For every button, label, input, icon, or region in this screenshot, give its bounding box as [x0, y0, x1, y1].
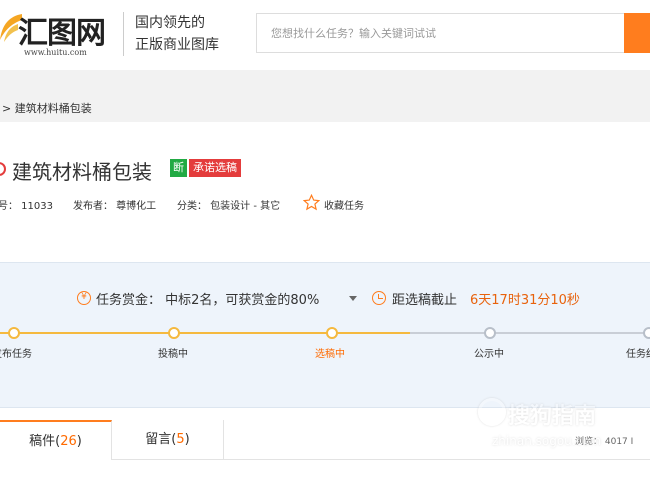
task-status-icon: [0, 162, 6, 176]
site-logo[interactable]: 汇图网 www.huitu.com: [0, 6, 116, 62]
search-box: [256, 13, 624, 53]
tab-drafts-close: ): [76, 434, 82, 449]
task-category: 分类： 包装设计 - 其它: [177, 201, 281, 212]
step-label-end: 任务结束: [626, 349, 650, 360]
tab-comments-count: 5: [176, 432, 185, 447]
search-button[interactable]: [624, 13, 650, 53]
deadline-countdown: 6天17时31分10秒: [470, 293, 580, 308]
watermark-url: zhinan.sogou.com: [492, 434, 602, 448]
progress-track-todo: [410, 332, 650, 334]
logo-text: 汇图网: [18, 16, 106, 51]
caret-down-icon[interactable]: [349, 296, 357, 301]
step-node-selecting: [326, 327, 338, 339]
slogan: 国内领先的 正版商业图库: [135, 12, 219, 56]
tab-drafts[interactable]: 稿件(26): [0, 420, 112, 460]
step-node-end: [643, 327, 650, 339]
tab-comments-close: ): [184, 432, 190, 447]
coin-icon: ¥: [77, 291, 91, 305]
step-node-submitting: [168, 327, 180, 339]
step-label-publish: 发布任务: [0, 349, 32, 360]
tab-drafts-count: 26: [60, 434, 77, 449]
step-label-selecting: 选稿中: [315, 349, 345, 360]
site-header: 汇图网 www.huitu.com 国内领先的 正版商业图库: [0, 0, 650, 70]
step-label-submitting: 投稿中: [158, 349, 188, 360]
slogan-line-2: 正版商业图库: [135, 37, 219, 53]
breadcrumb[interactable]: > 建筑材料桶包装: [2, 100, 92, 116]
watermark-logo-icon: [478, 398, 506, 426]
task-title: 建筑材料桶包装: [12, 160, 152, 184]
tab-comments-label: 留言(: [145, 432, 177, 447]
tab-drafts-label: 稿件(: [29, 434, 61, 449]
slogan-line-1: 国内领先的: [135, 15, 205, 31]
step-node-public: [484, 327, 496, 339]
star-icon[interactable]: [303, 194, 320, 211]
favorite-task-link[interactable]: 收藏任务: [324, 197, 364, 212]
promise-select-badge: 承诺选稿: [189, 159, 241, 177]
logo-url: www.huitu.com: [24, 48, 87, 57]
task-publisher: 发布者： 尊博化工: [73, 201, 157, 212]
step-node-publish: [8, 327, 20, 339]
guarantee-badge: 断: [170, 159, 187, 177]
reward-panel: ¥ 任务赏金： 中标2名，可获赏金的80% 距选稿截止 6天17时31分10秒 …: [0, 262, 650, 408]
search-input[interactable]: [257, 14, 624, 52]
step-label-public: 公示中: [474, 349, 504, 360]
clock-icon: [372, 291, 386, 305]
tab-comments[interactable]: 留言(5): [112, 420, 224, 460]
deadline-label: 距选稿截止: [392, 293, 458, 308]
task-info: 建筑材料桶包装 断 承诺选稿 编号： 11033 发布者： 尊博化工 分类： 包…: [0, 122, 650, 262]
watermark-text: 搜狗指南: [508, 404, 597, 429]
reward-text: 任务赏金： 中标2名，可获赏金的80%: [96, 293, 320, 308]
breadcrumb-bar: > 建筑材料桶包装: [0, 70, 650, 122]
progress-track-done: [0, 332, 410, 334]
watermark: 搜狗指南 zhinan.sogou.com: [472, 394, 650, 464]
task-id: 编号： 11033: [0, 201, 53, 212]
logo-divider: [123, 12, 124, 56]
